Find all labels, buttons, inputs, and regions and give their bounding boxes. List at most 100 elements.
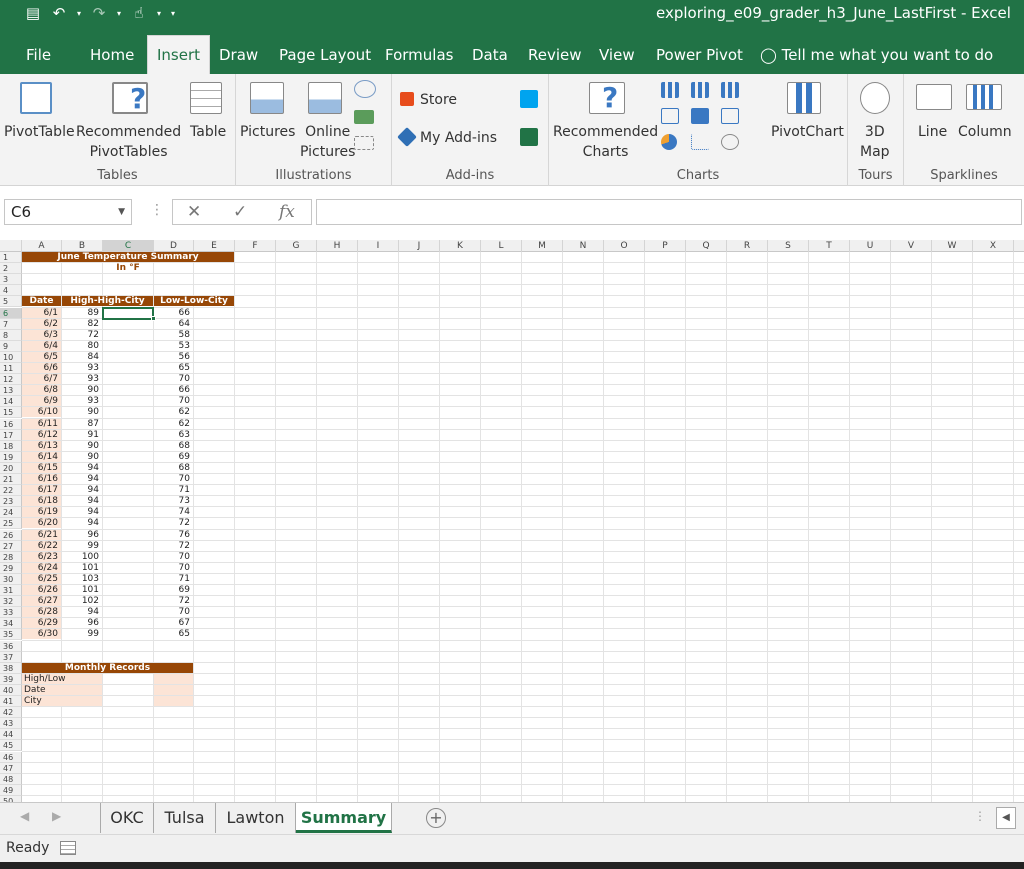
name-box[interactable]: C6 ▼: [4, 199, 132, 225]
date-cell[interactable]: 6/29: [22, 618, 61, 629]
high-temp-cell[interactable]: 82: [62, 319, 102, 329]
records-value-cell[interactable]: [154, 673, 193, 684]
row-header[interactable]: 30: [0, 573, 22, 585]
row-header[interactable]: 8: [0, 329, 22, 341]
row-header[interactable]: 47: [0, 762, 22, 774]
high-temp-cell[interactable]: 94: [62, 496, 102, 506]
store-button[interactable]: Store: [420, 90, 457, 110]
redo-icon[interactable]: ↷: [88, 2, 110, 24]
screenshot-icon[interactable]: [354, 136, 374, 150]
date-cell[interactable]: 6/9: [22, 396, 61, 407]
row-header[interactable]: 40: [0, 684, 22, 696]
row-header[interactable]: 29: [0, 562, 22, 574]
tab-formulas[interactable]: Formulas: [385, 36, 453, 74]
low-temp-cell[interactable]: 64: [154, 319, 193, 329]
row-header[interactable]: 19: [0, 451, 22, 463]
row-header[interactable]: 7: [0, 318, 22, 330]
column-header[interactable]: G: [276, 240, 317, 252]
high-temp-cell[interactable]: 99: [62, 541, 102, 551]
column-header[interactable]: T: [809, 240, 850, 252]
low-temp-cell[interactable]: 72: [154, 541, 193, 551]
formula-input[interactable]: [316, 199, 1022, 225]
row-header[interactable]: 9: [0, 340, 22, 352]
online-pictures-button[interactable]: Online Pictures: [300, 122, 355, 162]
enter-icon[interactable]: ✓: [233, 200, 247, 224]
records-label-cell[interactable]: High/Low: [22, 673, 102, 684]
column-header[interactable]: D: [154, 240, 194, 252]
low-temp-cell[interactable]: 62: [154, 407, 193, 417]
date-cell[interactable]: 6/16: [22, 474, 61, 485]
date-cell[interactable]: 6/22: [22, 540, 61, 551]
name-box-dropdown-icon[interactable]: ▼: [118, 200, 125, 224]
high-temp-cell[interactable]: 96: [62, 530, 102, 540]
recommended-pivottables-button[interactable]: Recommended PivotTables: [76, 122, 181, 162]
column-header[interactable]: R: [727, 240, 768, 252]
sheet-title-cell[interactable]: June Temperature Summary: [22, 252, 234, 263]
my-addins-button[interactable]: My Add-ins: [420, 128, 497, 148]
low-temp-cell[interactable]: 70: [154, 563, 193, 573]
line-chart-icon[interactable]: [661, 108, 679, 124]
row-header[interactable]: 24: [0, 507, 22, 519]
row-header[interactable]: 27: [0, 540, 22, 552]
fill-handle[interactable]: [151, 315, 156, 321]
tell-me-box[interactable]: ◯ Tell me what you want to do: [760, 36, 993, 74]
high-temp-cell[interactable]: 91: [62, 430, 102, 440]
smartart-icon[interactable]: [354, 110, 374, 124]
date-cell[interactable]: 6/25: [22, 573, 61, 584]
date-cell[interactable]: 6/24: [22, 562, 61, 573]
low-temp-cell[interactable]: 58: [154, 330, 193, 340]
tab-split-grip-icon[interactable]: ⋮: [974, 809, 986, 823]
touch-dropdown-icon[interactable]: ▾: [154, 2, 164, 24]
tab-draw[interactable]: Draw: [219, 36, 258, 74]
statistic-chart-icon[interactable]: [691, 108, 709, 124]
date-cell[interactable]: 6/3: [22, 329, 61, 340]
low-temp-cell[interactable]: 72: [154, 518, 193, 528]
touch-mode-icon[interactable]: ☝: [128, 2, 150, 24]
row-header[interactable]: 25: [0, 518, 22, 530]
cancel-icon[interactable]: ✕: [187, 200, 201, 224]
select-all-corner[interactable]: [0, 240, 22, 252]
high-temp-cell[interactable]: 101: [62, 585, 102, 595]
macro-record-icon[interactable]: [60, 841, 76, 855]
3d-map-button[interactable]: 3D Map: [860, 122, 890, 162]
tab-page-layout[interactable]: Page Layout: [279, 36, 371, 74]
shapes-icon[interactable]: [354, 80, 376, 98]
low-temp-cell[interactable]: 73: [154, 496, 193, 506]
high-temp-cell[interactable]: 72: [62, 330, 102, 340]
date-cell[interactable]: 6/23: [22, 551, 61, 562]
tab-file[interactable]: File: [26, 36, 51, 74]
row-header[interactable]: 20: [0, 462, 22, 474]
high-temp-cell[interactable]: 90: [62, 441, 102, 451]
low-temp-cell[interactable]: 56: [154, 352, 193, 362]
combo-chart-icon[interactable]: [721, 108, 739, 124]
tab-review[interactable]: Review: [528, 36, 582, 74]
column-header[interactable]: W: [932, 240, 973, 252]
high-temp-cell[interactable]: 90: [62, 385, 102, 395]
row-header[interactable]: 14: [0, 396, 22, 408]
row-header[interactable]: 39: [0, 673, 22, 685]
records-value-cell[interactable]: [154, 696, 193, 707]
column-header[interactable]: X: [973, 240, 1014, 252]
date-cell[interactable]: 6/2: [22, 318, 61, 329]
row-header[interactable]: 41: [0, 696, 22, 708]
row-header[interactable]: 49: [0, 784, 22, 796]
low-temp-cell[interactable]: 62: [154, 419, 193, 429]
low-temp-cell[interactable]: 65: [154, 363, 193, 373]
high-temp-cell[interactable]: 94: [62, 518, 102, 528]
row-header[interactable]: 21: [0, 474, 22, 486]
high-temp-cell[interactable]: 89: [62, 308, 102, 318]
new-sheet-icon[interactable]: +: [426, 808, 446, 828]
low-temp-cell[interactable]: 70: [154, 474, 193, 484]
monthly-records-title-cell[interactable]: Monthly Records: [22, 662, 193, 673]
row-header[interactable]: 13: [0, 385, 22, 397]
row-header[interactable]: 32: [0, 596, 22, 608]
high-temp-cell[interactable]: 96: [62, 618, 102, 628]
column-header[interactable]: B: [62, 240, 103, 252]
sparkline-line-button[interactable]: Line: [918, 122, 947, 142]
records-label-cell[interactable]: Date: [22, 684, 102, 695]
row-header[interactable]: 16: [0, 418, 22, 430]
undo-icon[interactable]: ↶: [48, 2, 70, 24]
row-header[interactable]: 44: [0, 729, 22, 741]
pie-chart-icon[interactable]: [661, 134, 677, 150]
row-header[interactable]: 10: [0, 351, 22, 363]
